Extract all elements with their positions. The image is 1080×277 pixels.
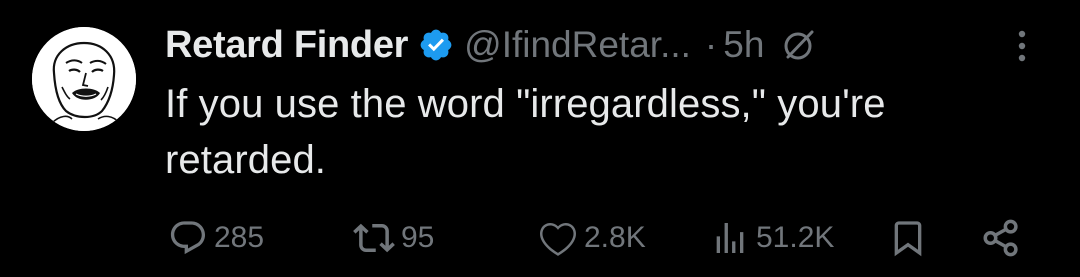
reply-button[interactable]: 285 bbox=[168, 212, 264, 264]
grok-icon[interactable] bbox=[782, 28, 816, 62]
timestamp[interactable]: 5h bbox=[723, 24, 764, 66]
verified-badge-icon[interactable] bbox=[418, 27, 454, 63]
like-button[interactable]: 2.8K bbox=[538, 212, 646, 264]
tweet-header: Retard Finder @IfindRetar... · 5h bbox=[165, 20, 816, 70]
heart-icon bbox=[540, 222, 576, 256]
tweet-text: If you use the word "irregardless," you'… bbox=[165, 82, 886, 182]
views-button[interactable]: 51.2K bbox=[710, 212, 834, 264]
bookmark-button[interactable] bbox=[888, 212, 928, 264]
reply-count: 285 bbox=[214, 221, 265, 254]
retweet-icon bbox=[353, 223, 395, 253]
display-name[interactable]: Retard Finder bbox=[165, 24, 408, 67]
more-vertical-icon[interactable] bbox=[1012, 26, 1032, 66]
retweet-button[interactable]: 95 bbox=[353, 212, 434, 264]
views-icon bbox=[716, 223, 744, 253]
share-button[interactable] bbox=[980, 212, 1022, 264]
like-count: 2.8K bbox=[584, 221, 646, 254]
separator-dot: · bbox=[704, 24, 718, 65]
reply-icon bbox=[170, 221, 206, 255]
bookmark-icon bbox=[894, 221, 922, 257]
views-count: 51.2K bbox=[756, 221, 835, 254]
user-handle[interactable]: @IfindRetar... bbox=[464, 24, 691, 66]
tweet-actions-bar: 285 95 2.8K 51.2K bbox=[0, 212, 1080, 264]
retweet-count: 95 bbox=[401, 221, 435, 254]
share-icon bbox=[983, 219, 1018, 257]
avatar[interactable] bbox=[32, 27, 136, 131]
avatar-face-image bbox=[32, 27, 136, 131]
